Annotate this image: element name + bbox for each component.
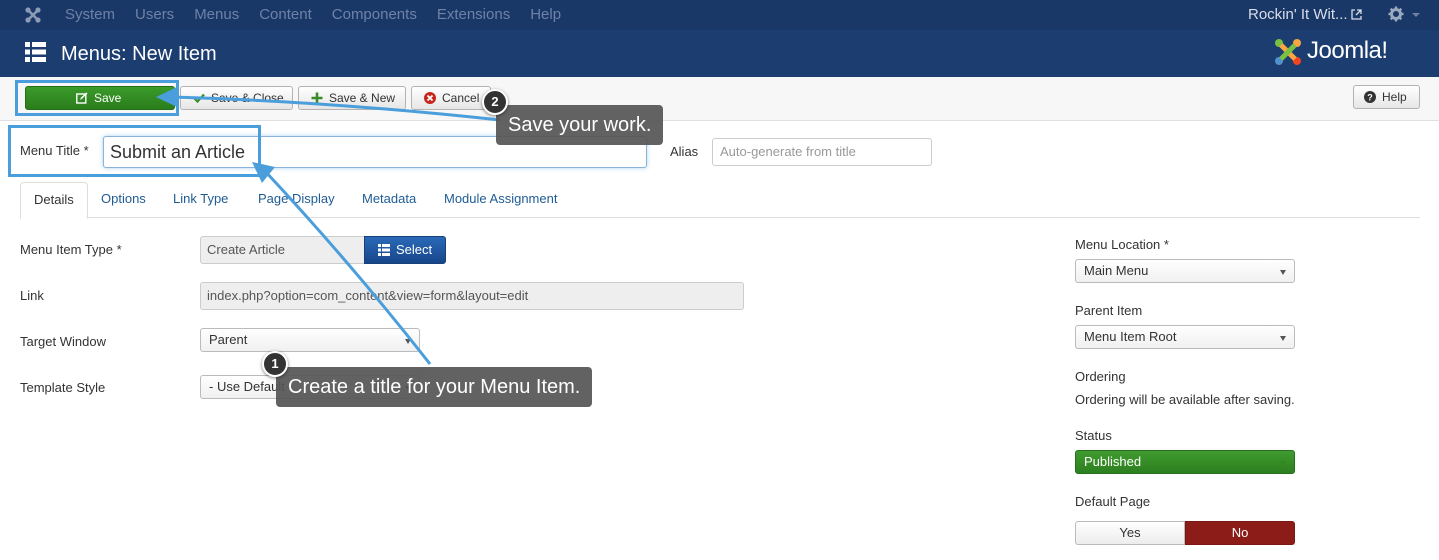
status-select[interactable]: Published: [1075, 450, 1295, 474]
list-icon: [25, 42, 46, 62]
title-highlight: [8, 125, 261, 177]
menu-extensions[interactable]: Extensions: [437, 0, 510, 30]
ordering-text: Ordering will be available after saving.: [1075, 392, 1295, 407]
site-name-link[interactable]: Rockin' It Wit...: [1248, 0, 1348, 30]
toolbar: Save Save & Close Save & New Cancel ? He…: [0, 77, 1439, 121]
tab-page-display[interactable]: Page Display: [245, 182, 348, 218]
target-window-label: Target Window: [20, 334, 106, 349]
template-style-label: Template Style: [20, 380, 106, 395]
cancel-button[interactable]: Cancel: [411, 86, 491, 110]
select-button[interactable]: Select: [364, 236, 446, 264]
list-icon: [378, 244, 390, 256]
tab-metadata[interactable]: Metadata: [349, 182, 429, 218]
title-bar: Menus: New Item Joomla!: [0, 30, 1439, 77]
gear-icon[interactable]: [1388, 6, 1404, 22]
menu-users[interactable]: Users: [135, 0, 174, 30]
external-link-icon: [1351, 9, 1362, 20]
menu-help[interactable]: Help: [530, 0, 561, 30]
caret-down-icon[interactable]: [1412, 13, 1420, 17]
default-no-button[interactable]: No: [1185, 521, 1295, 545]
target-window-value: Parent: [209, 332, 248, 347]
check-icon: [193, 93, 205, 104]
link-field: index.php?option=com_content&view=form&l…: [200, 282, 744, 310]
save-new-label: Save & New: [329, 91, 396, 105]
page-title: Menus: New Item: [61, 43, 217, 65]
joomla-icon[interactable]: [24, 6, 42, 24]
link-label: Link: [20, 288, 44, 303]
top-nav: System Users Menus Content Components Ex…: [0, 0, 1439, 30]
step1-tooltip: Create a title for your Menu Item.: [276, 367, 593, 407]
default-page-toggle: Yes No: [1075, 521, 1295, 545]
status-label: Status: [1075, 428, 1112, 443]
cancel-icon: [424, 92, 436, 104]
menu-components[interactable]: Components: [332, 0, 417, 30]
select-label: Select: [396, 242, 433, 257]
plus-icon: [311, 92, 323, 104]
step1-badge: 1: [262, 351, 288, 377]
menu-location-label: Menu Location *: [1075, 237, 1169, 252]
save-close-button[interactable]: Save & Close: [180, 86, 293, 110]
status-value: Published: [1084, 454, 1142, 469]
chevron-down-icon: [1280, 270, 1286, 275]
question-icon: ?: [1364, 91, 1376, 103]
chevron-down-icon: [405, 339, 411, 344]
save-close-label: Save & Close: [211, 91, 284, 105]
tab-bar: Details Options Link Type Page Display M…: [20, 182, 1420, 219]
admin-menu: System Users Menus Content Components Ex…: [65, 0, 581, 30]
alias-label: Alias: [670, 144, 699, 159]
chevron-down-icon: [1280, 336, 1286, 341]
help-button[interactable]: ? Help: [1353, 85, 1420, 109]
svg-text:?: ?: [1367, 93, 1373, 103]
default-yes-button[interactable]: Yes: [1075, 521, 1185, 545]
menu-location-select[interactable]: Main Menu: [1075, 259, 1295, 283]
tab-module-assignment[interactable]: Module Assignment: [431, 182, 570, 218]
tab-link-type[interactable]: Link Type: [160, 182, 241, 218]
joomla-brand-text: Joomla!: [1307, 37, 1388, 64]
menu-menus[interactable]: Menus: [194, 0, 239, 30]
menu-content[interactable]: Content: [259, 0, 312, 30]
menu-item-type-label: Menu Item Type *: [20, 242, 122, 257]
menu-item-type-field: Create Article: [200, 236, 365, 264]
menu-location-value: Main Menu: [1084, 263, 1149, 278]
default-page-label: Default Page: [1075, 494, 1151, 509]
chevron-down-icon: [1280, 461, 1286, 466]
cancel-label: Cancel: [442, 91, 480, 105]
target-window-select[interactable]: Parent: [200, 328, 420, 352]
tab-options[interactable]: Options: [88, 182, 159, 218]
menu-system[interactable]: System: [65, 0, 115, 30]
alias-input[interactable]: Auto-generate from title: [712, 138, 932, 166]
help-label: Help: [1382, 90, 1407, 104]
save-highlight: [15, 80, 179, 116]
step2-tooltip: Save your work.: [496, 105, 664, 145]
ordering-label: Ordering: [1075, 369, 1126, 384]
tab-details[interactable]: Details: [20, 182, 88, 219]
parent-item-value: Menu Item Root: [1084, 329, 1177, 344]
parent-item-label: Parent Item: [1075, 303, 1143, 318]
parent-item-select[interactable]: Menu Item Root: [1075, 325, 1295, 349]
step2-badge: 2: [482, 89, 508, 115]
save-new-button[interactable]: Save & New: [298, 86, 406, 110]
